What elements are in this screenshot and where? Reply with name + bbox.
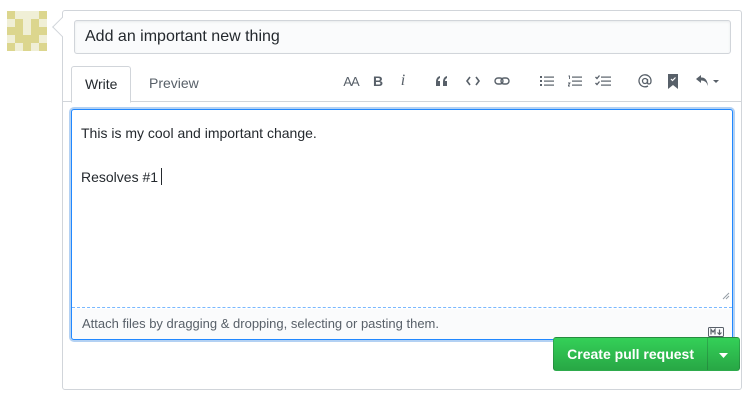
bold-icon[interactable]: B — [367, 70, 389, 92]
bold-glyph: B — [372, 73, 384, 89]
reference-icon[interactable] — [662, 70, 684, 92]
italic-icon[interactable]: i — [392, 70, 414, 92]
task-list-icon[interactable] — [591, 70, 615, 92]
text-size-icon[interactable]: AA — [339, 70, 363, 92]
code-icon[interactable] — [462, 70, 484, 92]
title-input[interactable] — [74, 20, 731, 54]
unordered-list-icon[interactable] — [536, 70, 558, 92]
mention-icon[interactable] — [634, 70, 656, 92]
body-line-3: Resolves #1 — [81, 169, 159, 185]
attach-files-text: Attach files by dragging & dropping, sel… — [82, 316, 439, 331]
pull-request-form: Write Preview AA B i — [62, 10, 742, 390]
text-size-glyph: AA — [343, 73, 359, 89]
avatar — [7, 11, 47, 51]
resize-grip-icon[interactable] — [722, 287, 730, 305]
text-caret — [161, 168, 163, 185]
create-options-dropdown[interactable] — [708, 337, 740, 371]
quote-icon[interactable] — [431, 70, 453, 92]
file-attach-bar[interactable]: Attach files by dragging & dropping, sel… — [72, 309, 732, 339]
markdown-toolbar: AA B i — [63, 70, 741, 94]
ordered-list-icon[interactable] — [564, 70, 586, 92]
comment-editor: This is my cool and important change. Re… — [71, 109, 733, 340]
body-textarea[interactable]: This is my cool and important change. Re… — [72, 110, 732, 308]
create-pull-request-button[interactable]: Create pull request — [553, 337, 708, 371]
reply-icon[interactable] — [693, 70, 723, 92]
link-icon[interactable] — [491, 70, 513, 92]
body-line-1: This is my cool and important change. — [81, 125, 317, 141]
caret-down-icon — [719, 345, 728, 363]
italic-glyph: i — [400, 72, 406, 89]
create-pr-button-group: Create pull request — [553, 337, 740, 371]
